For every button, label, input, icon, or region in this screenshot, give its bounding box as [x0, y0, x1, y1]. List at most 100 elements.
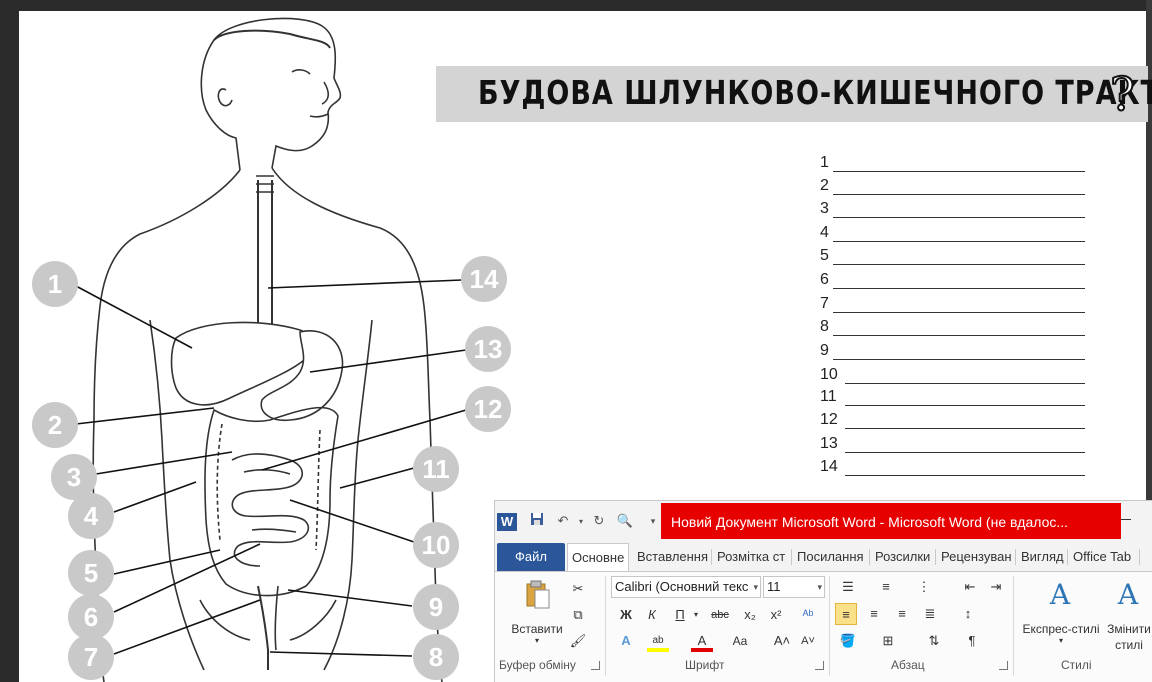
quick-styles-button[interactable]: Експрес-стилі	[1019, 622, 1103, 636]
bullets-icon[interactable]: ☰	[837, 576, 859, 598]
grow-font-icon[interactable]: A˄	[771, 630, 793, 652]
answer-line-8[interactable]: 8	[820, 317, 1085, 339]
answer-number: 2	[820, 177, 829, 194]
tab-office-tab[interactable]: Office Tab	[1069, 543, 1135, 571]
answer-line-10[interactable]: 10	[820, 365, 1085, 387]
align-left-icon[interactable]: ≡	[835, 603, 857, 625]
answer-line-12[interactable]: 12	[820, 410, 1085, 432]
callout-1: 1	[32, 261, 78, 307]
callout-13: 13	[465, 326, 511, 372]
copy-icon[interactable]: ⧉	[567, 604, 589, 626]
answer-number: 7	[820, 295, 829, 312]
callout-14: 14	[461, 256, 507, 302]
paste-icon[interactable]	[523, 580, 553, 612]
change-styles-icon[interactable]: A	[1111, 578, 1145, 612]
justify-icon[interactable]: ≣	[919, 603, 941, 625]
callout-8: 8	[413, 634, 459, 680]
change-case-icon[interactable]: Aa	[729, 630, 751, 652]
answer-number: 10	[820, 366, 838, 383]
title-bar-line	[1121, 519, 1131, 520]
word-window: W ↶ ▾ ↻ 🔍 ▾ Новий Документ Microsoft Wor…	[494, 500, 1152, 682]
tab-home[interactable]: Основне	[567, 543, 629, 571]
font-name-value: Calibri (Основний текс	[615, 579, 749, 594]
decrease-indent-icon[interactable]: ⇤	[959, 576, 981, 598]
undo-dropdown-icon[interactable]: ▾	[571, 512, 591, 532]
answer-number: 8	[820, 318, 829, 335]
highlight-color-icon[interactable]: ab	[647, 630, 669, 652]
answer-line-9[interactable]: 9	[820, 341, 1085, 363]
answer-line-4[interactable]: 4	[820, 223, 1085, 245]
tab-view[interactable]: Вигляд	[1017, 543, 1068, 571]
font-launcher-icon[interactable]	[815, 661, 824, 670]
change-styles-button[interactable]: Змінити	[1105, 622, 1152, 636]
paragraph-launcher-icon[interactable]	[999, 661, 1008, 670]
italic-icon[interactable]: К	[641, 604, 663, 626]
answer-line-3[interactable]: 3	[820, 199, 1085, 221]
underline-dropdown-icon[interactable]: ▾	[691, 604, 701, 626]
font-group-label: Шрифт	[685, 658, 725, 672]
tab-mailings[interactable]: Розсилки	[871, 543, 934, 571]
answer-line-6[interactable]: 6	[820, 270, 1085, 292]
strikethrough-icon[interactable]: abc	[709, 604, 731, 626]
align-right-icon[interactable]: ≡	[891, 603, 913, 625]
font-size-select[interactable]: 11 ▾	[763, 576, 825, 598]
clear-formatting-icon[interactable]: ᴬᵇ	[797, 604, 819, 626]
tab-file[interactable]: Файл	[497, 543, 565, 571]
save-icon[interactable]	[527, 512, 547, 532]
paste-dropdown-icon[interactable]: ▾	[531, 636, 543, 645]
multilevel-list-icon[interactable]: ⋮	[913, 576, 935, 598]
answer-line-5[interactable]: 5	[820, 246, 1085, 268]
answer-line-11[interactable]: 11	[820, 387, 1085, 409]
superscript-icon[interactable]: x²	[765, 604, 787, 626]
clipboard-launcher-icon[interactable]	[591, 661, 600, 670]
print-preview-icon[interactable]: 🔍	[615, 512, 635, 532]
shrink-font-icon[interactable]: A˅	[797, 630, 819, 652]
show-formatting-icon[interactable]: ¶	[961, 630, 983, 652]
answer-line-14[interactable]: 14	[820, 457, 1085, 479]
change-styles-label-2: стилі	[1115, 638, 1143, 652]
screen: 1 2 3 4 5 6 7 8 9 10 11 12 13 14 БУДОВА …	[0, 0, 1152, 682]
format-painter-icon[interactable]: 🖌	[567, 630, 589, 652]
tab-page-layout[interactable]: Розмітка ст	[713, 543, 789, 571]
font-color-icon[interactable]: A	[691, 630, 713, 652]
answer-line-13[interactable]: 13	[820, 434, 1085, 456]
line-spacing-icon[interactable]: ↕	[957, 603, 979, 625]
answer-number: 11	[820, 388, 837, 405]
sort-icon[interactable]: ⇅	[923, 630, 945, 652]
underline-icon[interactable]: П	[669, 604, 691, 626]
subscript-icon[interactable]: x₂	[739, 604, 761, 626]
answer-line-7[interactable]: 7	[820, 294, 1085, 316]
quick-styles-icon[interactable]: A	[1043, 578, 1077, 612]
ribbon-tabs: Файл Основне Вставлення Розмітка ст Поси…	[495, 541, 1152, 572]
answer-line-1[interactable]: 1	[820, 153, 1085, 175]
numbering-icon[interactable]: ≡	[875, 576, 897, 598]
word-logo-icon[interactable]: W	[497, 513, 517, 531]
font-name-select[interactable]: Calibri (Основний текс ▾	[611, 576, 761, 598]
callout-5: 5	[68, 550, 114, 596]
shading-icon[interactable]: 🪣	[837, 630, 859, 652]
callout-7: 7	[68, 634, 114, 680]
answer-line-2[interactable]: 2	[820, 176, 1085, 198]
undo-icon[interactable]: ↶	[553, 512, 573, 532]
align-center-icon[interactable]: ≡	[863, 603, 885, 625]
answer-number: 14	[820, 458, 838, 475]
tab-review[interactable]: Рецензуван	[937, 543, 1013, 571]
redo-icon[interactable]: ↻	[589, 512, 609, 532]
answer-number: 4	[820, 224, 829, 241]
paste-button[interactable]: Вставити	[509, 622, 565, 636]
quick-access-toolbar: W ↶ ▾ ↻ 🔍 ▾ Новий Документ Microsoft Wor…	[495, 501, 1152, 541]
callout-12: 12	[465, 386, 511, 432]
text-effects-icon[interactable]: A	[615, 630, 637, 652]
answer-number: 12	[820, 411, 838, 428]
tab-references[interactable]: Посилання	[793, 543, 868, 571]
increase-indent-icon[interactable]: ⇥	[985, 576, 1007, 598]
ribbon-home: Вставити ▾ ✂ ⧉ 🖌 Буфер обміну Calibri (О…	[495, 572, 1152, 682]
borders-icon[interactable]: ⊞	[877, 630, 899, 652]
customize-toolbar-icon[interactable]: ▾	[643, 512, 663, 532]
answer-number: 1	[820, 154, 829, 171]
bold-icon[interactable]: Ж	[615, 604, 637, 626]
tab-insert[interactable]: Вставлення	[633, 543, 712, 571]
font-size-value: 11	[767, 579, 781, 594]
cut-icon[interactable]: ✂	[567, 578, 589, 600]
quick-styles-dropdown-icon[interactable]: ▾	[1055, 636, 1067, 645]
